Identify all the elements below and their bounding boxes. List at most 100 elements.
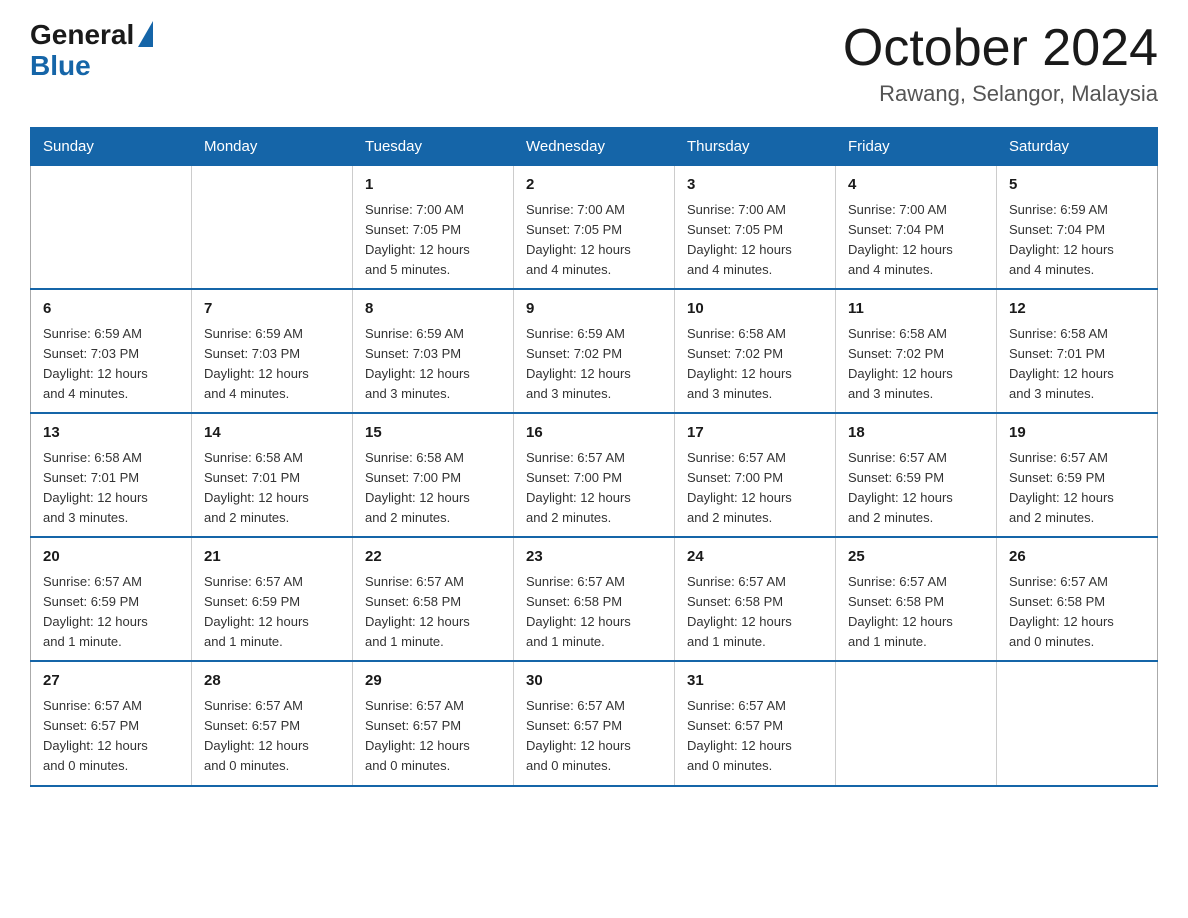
calendar-cell: 23Sunrise: 6:57 AM Sunset: 6:58 PM Dayli… <box>514 537 675 661</box>
day-number: 28 <box>204 670 340 693</box>
calendar-week-row: 13 Sunrise: 6:58 AM Sunset: 7:01 PM Dayli… <box>31 413 1158 537</box>
day-number: 29 <box>365 670 501 693</box>
calendar-cell: 5 Sunrise: 6:59 AM Sunset: 7:04 PM Daylig… <box>997 166 1158 290</box>
calendar-cell: 19 Sunrise: 6:57 AM Sunset: 6:59 PM Dayli… <box>997 413 1158 537</box>
calendar-header-sunday: Sunday <box>31 128 192 166</box>
calendar-cell: 29 Sunrise: 6:57 AM Sunset: 6:57 PM Dayli… <box>353 661 514 785</box>
logo-blue-text: Blue <box>30 51 91 82</box>
calendar-cell: 10 Sunrise: 6:58 AM Sunset: 7:02 PM Dayli… <box>675 289 836 413</box>
day-number: 4 <box>848 174 984 197</box>
day-number: 16 <box>526 422 662 445</box>
day-info: Sunrise: 6:57 AM Sunset: 6:59 PM Dayligh… <box>1009 448 1145 529</box>
calendar-week-row: 6 Sunrise: 6:59 AM Sunset: 7:03 PM Daylig… <box>31 289 1158 413</box>
day-info: Sunrise: 6:57 AM Sunset: 6:57 PM Dayligh… <box>43 696 179 777</box>
day-info: Sunrise: 7:00 AM Sunset: 7:05 PM Dayligh… <box>526 200 662 281</box>
day-number: 8 <box>365 298 501 321</box>
day-number: 19 <box>1009 422 1145 445</box>
logo-triangle-icon <box>138 21 153 47</box>
day-info: Sunrise: 6:58 AM Sunset: 7:01 PM Dayligh… <box>1009 324 1145 405</box>
calendar-cell: 1 Sunrise: 7:00 AM Sunset: 7:05 PM Daylig… <box>353 166 514 290</box>
day-info: Sunrise: 6:57 AM Sunset: 6:58 PM Dayligh… <box>1009 572 1145 653</box>
calendar-cell: 31 Sunrise: 6:57 AM Sunset: 6:57 PM Dayli… <box>675 661 836 785</box>
day-number: 6 <box>43 298 179 321</box>
day-info: Sunrise: 6:57 AM Sunset: 6:57 PM Dayligh… <box>365 696 501 777</box>
logo-general-text: General <box>30 20 134 51</box>
calendar-cell: 3 Sunrise: 7:00 AM Sunset: 7:05 PM Daylig… <box>675 166 836 290</box>
calendar-header-saturday: Saturday <box>997 128 1158 166</box>
day-info: Sunrise: 6:59 AM Sunset: 7:03 PM Dayligh… <box>365 324 501 405</box>
day-number: 1 <box>365 174 501 197</box>
day-info: Sunrise: 7:00 AM Sunset: 7:05 PM Dayligh… <box>687 200 823 281</box>
day-info: Sunrise: 6:57 AM Sunset: 6:57 PM Dayligh… <box>526 696 662 777</box>
day-info: Sunrise: 6:57 AM Sunset: 6:58 PM Dayligh… <box>365 572 501 653</box>
calendar-cell: 12 Sunrise: 6:58 AM Sunset: 7:01 PM Dayli… <box>997 289 1158 413</box>
day-number: 10 <box>687 298 823 321</box>
day-number: 13 <box>43 422 179 445</box>
calendar-week-row: 20 Sunrise: 6:57 AM Sunset: 6:59 PM Dayli… <box>31 537 1158 661</box>
calendar-header-friday: Friday <box>836 128 997 166</box>
day-info: Sunrise: 6:57 AM Sunset: 6:59 PM Dayligh… <box>204 572 340 653</box>
calendar-cell: 28 Sunrise: 6:57 AM Sunset: 6:57 PM Dayli… <box>192 661 353 785</box>
calendar-cell <box>192 166 353 290</box>
day-info: Sunrise: 7:00 AM Sunset: 7:05 PM Dayligh… <box>365 200 501 281</box>
calendar-cell: 11 Sunrise: 6:58 AM Sunset: 7:02 PM Dayli… <box>836 289 997 413</box>
calendar-header-row: SundayMondayTuesdayWednesdayThursdayFrid… <box>31 128 1158 166</box>
day-number: 30 <box>526 670 662 693</box>
day-info: Sunrise: 6:57 AM Sunset: 6:59 PM Dayligh… <box>848 448 984 529</box>
calendar-header-wednesday: Wednesday <box>514 128 675 166</box>
calendar-cell: 8 Sunrise: 6:59 AM Sunset: 7:03 PM Daylig… <box>353 289 514 413</box>
calendar-cell: 6Sunrise: 6:59 AM Sunset: 7:03 PM Daylig… <box>31 289 192 413</box>
day-info: Sunrise: 6:58 AM Sunset: 7:00 PM Dayligh… <box>365 448 501 529</box>
day-info: Sunrise: 7:00 AM Sunset: 7:04 PM Dayligh… <box>848 200 984 281</box>
day-info: Sunrise: 6:57 AM Sunset: 7:00 PM Dayligh… <box>526 448 662 529</box>
day-info: Sunrise: 6:59 AM Sunset: 7:04 PM Dayligh… <box>1009 200 1145 281</box>
calendar-week-row: 27 Sunrise: 6:57 AM Sunset: 6:57 PM Dayli… <box>31 661 1158 785</box>
day-info: Sunrise: 6:59 AM Sunset: 7:03 PM Dayligh… <box>204 324 340 405</box>
day-info: Sunrise: 6:58 AM Sunset: 7:02 PM Dayligh… <box>687 324 823 405</box>
logo: General Blue <box>30 20 153 82</box>
calendar-week-row: 1 Sunrise: 7:00 AM Sunset: 7:05 PM Daylig… <box>31 166 1158 290</box>
calendar-cell: 4 Sunrise: 7:00 AM Sunset: 7:04 PM Daylig… <box>836 166 997 290</box>
day-info: Sunrise: 6:57 AM Sunset: 6:57 PM Dayligh… <box>687 696 823 777</box>
day-number: 15 <box>365 422 501 445</box>
page-title: October 2024 <box>843 20 1158 77</box>
day-number: 9 <box>526 298 662 321</box>
calendar-cell: 17 Sunrise: 6:57 AM Sunset: 7:00 PM Dayli… <box>675 413 836 537</box>
calendar-cell: 22Sunrise: 6:57 AM Sunset: 6:58 PM Dayli… <box>353 537 514 661</box>
day-number: 27 <box>43 670 179 693</box>
day-info: Sunrise: 6:57 AM Sunset: 7:00 PM Dayligh… <box>687 448 823 529</box>
day-number: 7 <box>204 298 340 321</box>
calendar-cell: 27 Sunrise: 6:57 AM Sunset: 6:57 PM Dayli… <box>31 661 192 785</box>
day-info: Sunrise: 6:58 AM Sunset: 7:01 PM Dayligh… <box>43 448 179 529</box>
day-number: 31 <box>687 670 823 693</box>
calendar-table: SundayMondayTuesdayWednesdayThursdayFrid… <box>30 127 1158 786</box>
day-info: Sunrise: 6:57 AM Sunset: 6:59 PM Dayligh… <box>43 572 179 653</box>
calendar-cell: 7 Sunrise: 6:59 AM Sunset: 7:03 PM Daylig… <box>192 289 353 413</box>
day-number: 2 <box>526 174 662 197</box>
day-number: 5 <box>1009 174 1145 197</box>
day-number: 11 <box>848 298 984 321</box>
calendar-cell: 25Sunrise: 6:57 AM Sunset: 6:58 PM Dayli… <box>836 537 997 661</box>
calendar-header-thursday: Thursday <box>675 128 836 166</box>
day-number: 26 <box>1009 546 1145 569</box>
calendar-header-monday: Monday <box>192 128 353 166</box>
day-number: 18 <box>848 422 984 445</box>
calendar-cell: 9Sunrise: 6:59 AM Sunset: 7:02 PM Daylig… <box>514 289 675 413</box>
day-number: 17 <box>687 422 823 445</box>
day-info: Sunrise: 6:57 AM Sunset: 6:57 PM Dayligh… <box>204 696 340 777</box>
calendar-cell: 14Sunrise: 6:58 AM Sunset: 7:01 PM Dayli… <box>192 413 353 537</box>
day-info: Sunrise: 6:58 AM Sunset: 7:02 PM Dayligh… <box>848 324 984 405</box>
page-subtitle: Rawang, Selangor, Malaysia <box>843 81 1158 107</box>
day-number: 12 <box>1009 298 1145 321</box>
calendar-cell: 20 Sunrise: 6:57 AM Sunset: 6:59 PM Dayli… <box>31 537 192 661</box>
day-number: 20 <box>43 546 179 569</box>
calendar-cell <box>997 661 1158 785</box>
day-number: 23 <box>526 546 662 569</box>
calendar-cell <box>836 661 997 785</box>
page-header: General Blue October 2024 Rawang, Selang… <box>30 20 1158 107</box>
calendar-header-tuesday: Tuesday <box>353 128 514 166</box>
day-info: Sunrise: 6:58 AM Sunset: 7:01 PM Dayligh… <box>204 448 340 529</box>
day-number: 21 <box>204 546 340 569</box>
calendar-cell: 15 Sunrise: 6:58 AM Sunset: 7:00 PM Dayli… <box>353 413 514 537</box>
day-number: 3 <box>687 174 823 197</box>
